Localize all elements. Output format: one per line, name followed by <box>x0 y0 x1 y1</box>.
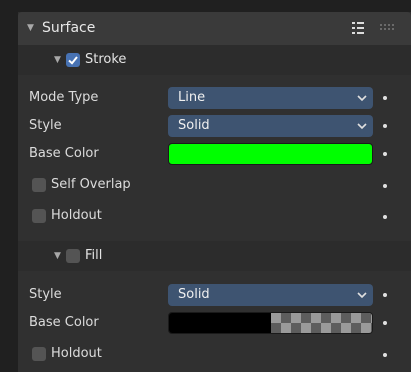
stroke-style-dropdown[interactable]: Solid <box>168 115 373 137</box>
alpha-checker-pattern <box>271 313 372 333</box>
keyframe-dot-icon[interactable] <box>383 184 387 188</box>
keyframe-dot-icon[interactable] <box>383 124 387 128</box>
fill-style-dropdown[interactable]: Solid <box>168 284 373 306</box>
keyframe-dot-icon[interactable] <box>383 353 387 357</box>
fill-label: Fill <box>85 248 103 263</box>
surface-panel: ▼ Surface ▼ Stroke Mode Type Line Style … <box>18 12 411 372</box>
keyframe-dot-icon[interactable] <box>383 215 387 219</box>
fill-holdout-checkbox[interactable] <box>32 347 46 361</box>
stroke-style-value: Solid <box>178 118 210 133</box>
fill-enable-checkbox[interactable] <box>66 249 80 263</box>
list-icon[interactable] <box>352 22 364 34</box>
stroke-holdout-checkbox[interactable] <box>32 209 46 223</box>
fill-style-label: Style <box>29 287 62 302</box>
fill-base-color-label: Base Color <box>29 315 99 330</box>
stroke-subpanel-header[interactable]: ▼ Stroke <box>18 45 411 75</box>
fill-subpanel-header[interactable]: ▼ Fill <box>18 241 411 271</box>
expand-triangle-icon[interactable]: ▼ <box>27 23 34 33</box>
drag-handle-icon[interactable] <box>380 24 394 32</box>
keyframe-dot-icon[interactable] <box>383 293 387 297</box>
panel-title: Surface <box>42 20 96 36</box>
base-color-label: Base Color <box>29 146 99 161</box>
style-label: Style <box>29 118 62 133</box>
fill-holdout-label: Holdout <box>51 346 102 361</box>
color-swatch-opaque <box>169 313 271 333</box>
self-overlap-checkbox[interactable] <box>32 178 46 192</box>
stroke-base-color-swatch[interactable] <box>168 143 373 165</box>
self-overlap-label: Self Overlap <box>51 177 131 192</box>
fill-base-color-swatch[interactable] <box>168 312 373 334</box>
chevron-down-icon <box>357 95 367 102</box>
holdout-label: Holdout <box>51 208 102 223</box>
mode-type-label: Mode Type <box>29 90 99 105</box>
fill-style-value: Solid <box>178 287 210 302</box>
expand-triangle-icon[interactable]: ▼ <box>54 55 61 65</box>
keyframe-dot-icon[interactable] <box>383 96 387 100</box>
stroke-label: Stroke <box>85 52 127 67</box>
expand-triangle-icon[interactable]: ▼ <box>54 251 61 261</box>
mode-type-value: Line <box>178 90 206 105</box>
keyframe-dot-icon[interactable] <box>383 321 387 325</box>
chevron-down-icon <box>357 123 367 130</box>
keyframe-dot-icon[interactable] <box>383 152 387 156</box>
mode-type-dropdown[interactable]: Line <box>168 87 373 109</box>
stroke-enable-checkbox[interactable] <box>66 53 80 67</box>
checkmark-icon <box>68 56 78 65</box>
surface-panel-header[interactable]: ▼ Surface <box>18 12 411 45</box>
chevron-down-icon <box>357 292 367 299</box>
